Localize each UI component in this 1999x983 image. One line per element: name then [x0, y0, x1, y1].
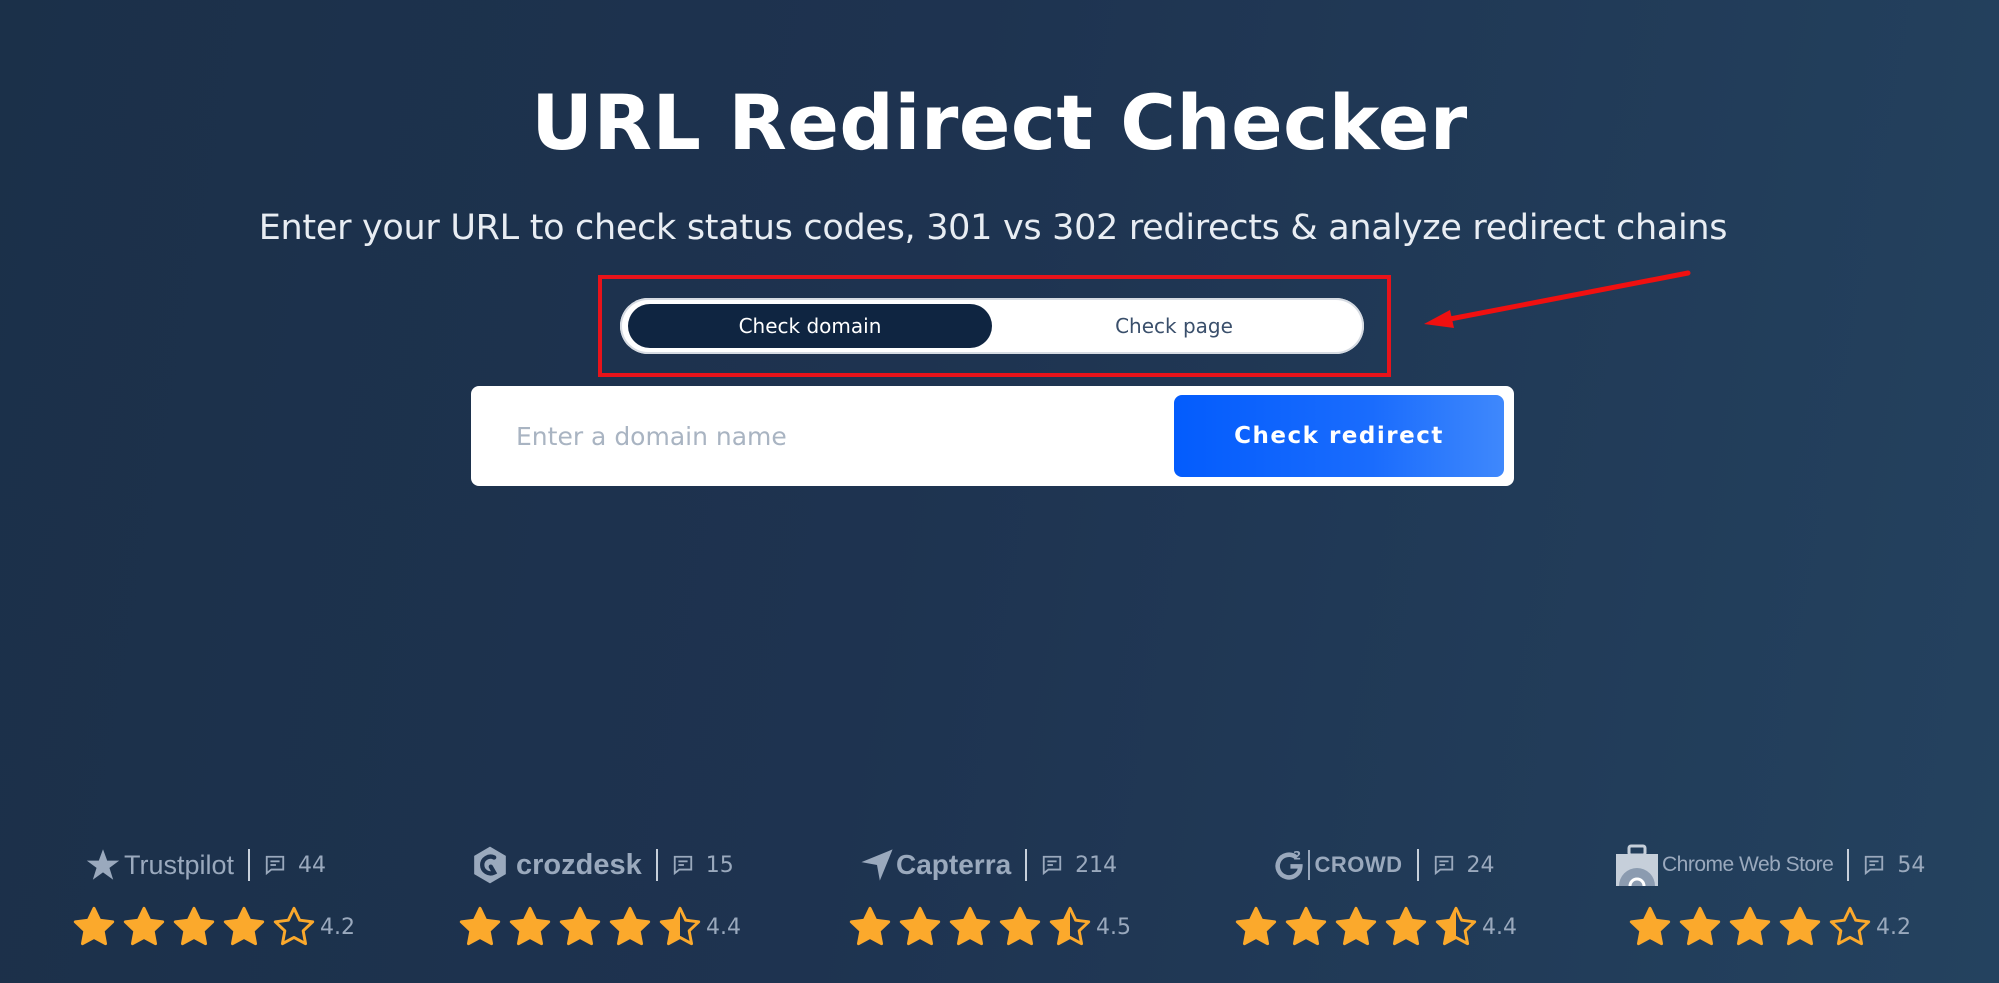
chrome-web-store-logo: Chrome Web Store	[1615, 844, 1834, 886]
star-empty-icon	[273, 906, 315, 946]
star-full-icon	[1235, 906, 1277, 946]
divider	[1847, 849, 1850, 881]
divider	[1416, 849, 1419, 881]
star-full-icon	[899, 906, 941, 946]
star-full-icon	[1285, 906, 1327, 946]
crozdesk-logo: crozdesk	[470, 845, 642, 885]
divider	[655, 849, 658, 881]
platform-name: CROWD	[1314, 852, 1403, 877]
check-page-tab[interactable]: Check page	[992, 304, 1356, 348]
trustpilot-logo: Trustpilot	[84, 847, 234, 883]
rating-value: 4.2	[320, 914, 355, 940]
rating-value: 4.4	[706, 914, 741, 940]
platform-name: Trustpilot	[124, 849, 235, 880]
crozdesk-logo-icon	[474, 846, 506, 884]
page-title: URL Redirect Checker	[531, 78, 1468, 167]
domain-input[interactable]	[471, 386, 1171, 486]
star-half-icon	[1435, 906, 1477, 946]
page-subtitle: Enter your URL to check status codes, 30…	[258, 208, 1728, 248]
star-rating: 4.2	[72, 905, 355, 949]
rating-value: 4.4	[1482, 914, 1517, 940]
divider	[248, 849, 251, 881]
platform-name: Chrome Web Store	[1662, 853, 1834, 876]
capterra-logo: Capterra	[860, 848, 1011, 882]
star-full-icon	[173, 906, 215, 946]
review-ratings: Trustpilot 44 4.2 crozdesk 15 4.4 Capter…	[0, 840, 1999, 960]
star-full-icon	[1335, 906, 1377, 946]
review-count: 15	[672, 853, 734, 878]
star-full-icon	[1385, 906, 1427, 946]
star-half-icon	[1049, 906, 1091, 946]
platform-name: Capterra	[896, 849, 1012, 880]
star-half-icon	[659, 906, 701, 946]
search-form: Check redirect	[471, 386, 1514, 486]
star-full-icon	[1729, 906, 1771, 946]
rating-value: 4.5	[1096, 914, 1131, 940]
review-count: 214	[1041, 853, 1117, 878]
star-full-icon	[609, 906, 651, 946]
comment-icon	[1043, 855, 1062, 876]
comment-icon	[1434, 855, 1453, 876]
check-redirect-button[interactable]: Check redirect	[1174, 395, 1504, 477]
star-full-icon	[73, 906, 115, 946]
star-rating: 4.4	[458, 905, 741, 949]
star-full-icon	[559, 906, 601, 946]
review-count: 24	[1433, 853, 1495, 878]
red-arrow-icon	[1424, 270, 1691, 328]
g2-crowd-logo: 2 CROWD	[1272, 848, 1403, 882]
svg-text:2: 2	[1293, 848, 1301, 862]
mode-toggle: Check domain Check page	[620, 298, 1364, 354]
check-domain-tab[interactable]: Check domain	[628, 304, 992, 348]
divider	[1025, 849, 1028, 881]
capterra-arrow-icon	[861, 849, 893, 881]
star-full-icon	[123, 906, 165, 946]
star-rating: 4.2	[1628, 905, 1911, 949]
star-full-icon	[459, 906, 501, 946]
comment-icon	[673, 855, 692, 876]
star-full-icon	[1779, 906, 1821, 946]
review-count: 54	[1863, 853, 1925, 878]
star-full-icon	[999, 906, 1041, 946]
star-rating: 4.5	[848, 905, 1131, 949]
star-full-icon	[223, 906, 265, 946]
star-full-icon	[849, 906, 891, 946]
review-count: 44	[264, 853, 326, 878]
rating-value: 4.2	[1876, 914, 1911, 940]
star-full-icon	[1629, 906, 1671, 946]
star-full-icon	[1679, 906, 1721, 946]
star-full-icon	[949, 906, 991, 946]
star-empty-icon	[1829, 906, 1871, 946]
comment-icon	[265, 855, 285, 876]
chrome-web-store-icon	[1616, 844, 1658, 886]
star-full-icon	[509, 906, 551, 946]
comment-icon	[1865, 855, 1884, 876]
g2-logo-icon: 2	[1275, 848, 1303, 880]
star-rating: 4.4	[1234, 905, 1517, 949]
trustpilot-star-icon	[86, 849, 120, 880]
platform-name: crozdesk	[516, 848, 642, 881]
